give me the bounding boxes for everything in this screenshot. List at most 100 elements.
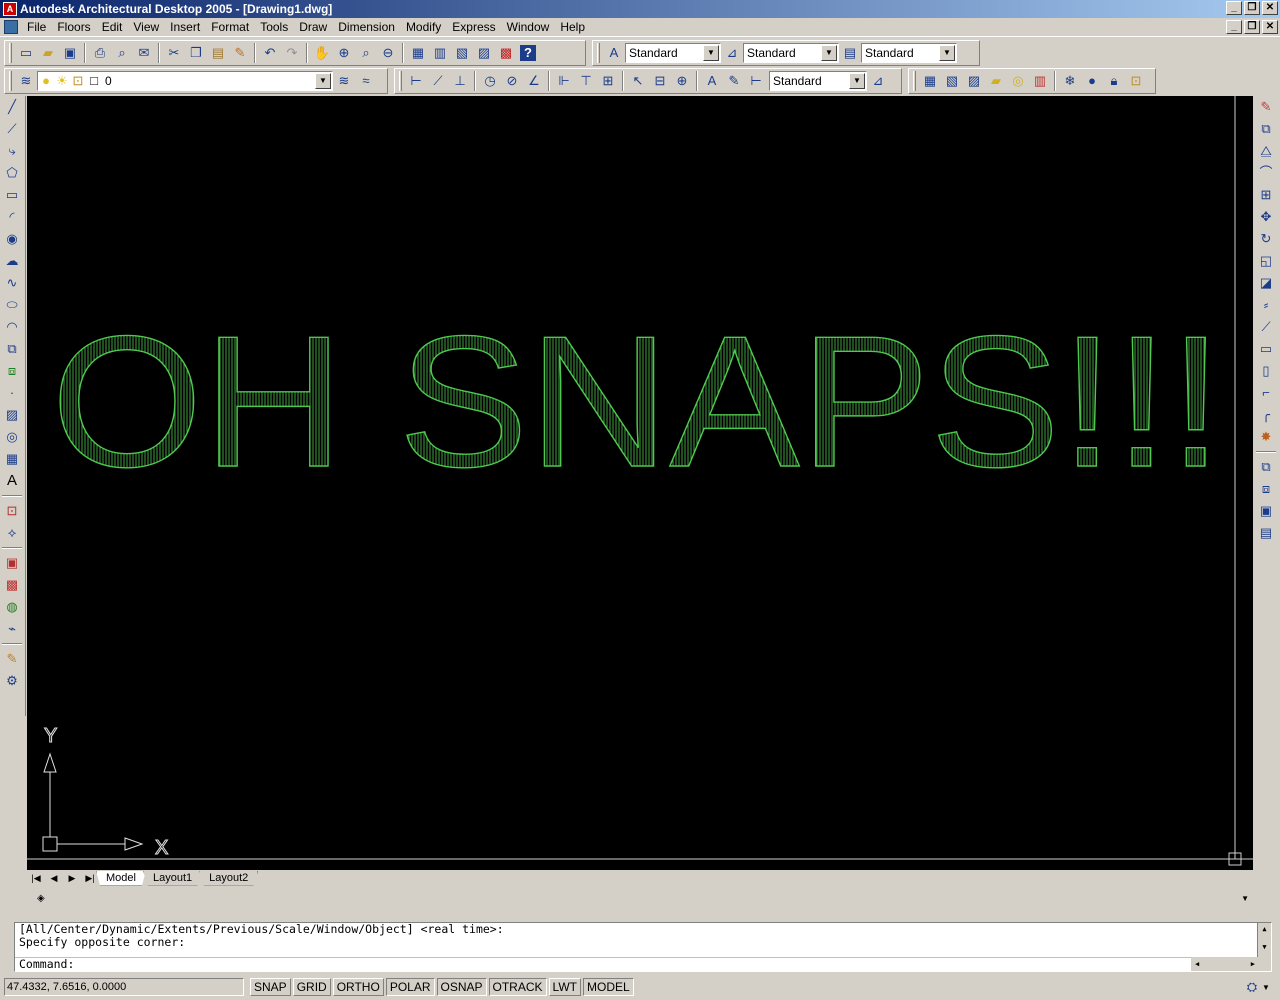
properties-button[interactable]: ▦ [407, 42, 429, 64]
circle-button[interactable]: ◉ [0, 228, 24, 250]
dim-style-button[interactable]: ⊿ [721, 42, 743, 64]
arc-button[interactable]: ◜ [0, 206, 24, 228]
communication-center-icon[interactable]: ⛭ [1244, 979, 1260, 995]
plot-preview-button[interactable]: ⌕ [111, 42, 133, 64]
ellipse-arc-button[interactable]: ◠ [0, 316, 24, 338]
document-icon[interactable] [4, 20, 18, 34]
plot-button[interactable]: ⎙ [89, 42, 111, 64]
menu-file[interactable]: File [22, 20, 52, 34]
radius-dim-button[interactable]: ◷ [479, 70, 501, 92]
ordinate-dim-button[interactable]: ⊥ [449, 70, 471, 92]
chevron-down-icon[interactable]: ▼ [703, 45, 719, 61]
snap-toggle[interactable]: SNAP [250, 978, 291, 996]
zoom-realtime-button[interactable]: ⊕ [333, 42, 355, 64]
spline-button[interactable]: ∿ [0, 272, 24, 294]
minimize-button[interactable]: _ [1226, 1, 1242, 15]
express-layer-off-button[interactable]: ▥ [1029, 70, 1051, 92]
stretch-button[interactable]: ◪ [1254, 272, 1278, 294]
doc-restore-button[interactable]: ❐ [1244, 20, 1260, 34]
menu-window[interactable]: Window [502, 20, 556, 34]
table-button[interactable]: ▦ [0, 448, 24, 470]
express-unlock-button[interactable]: ⊡ [1125, 70, 1147, 92]
menu-draw[interactable]: Draw [294, 20, 333, 34]
toolbar-grip[interactable] [9, 71, 12, 91]
close-button[interactable]: ✕ [1262, 1, 1278, 15]
linear-dim-button[interactable]: ⊢ [405, 70, 427, 92]
app-icon[interactable]: A [3, 2, 17, 16]
trim-button[interactable]: ⸗ [1254, 294, 1278, 316]
polyline-button[interactable]: ⤷ [0, 140, 24, 162]
toolbar-grip[interactable] [913, 71, 916, 91]
polar-toggle[interactable]: POLAR [385, 978, 435, 996]
break-button[interactable]: ⌁ [0, 618, 24, 640]
bring-to-front-button[interactable]: ⧉ [1254, 456, 1278, 478]
extend-button[interactable]: ⟋ [1254, 316, 1278, 338]
express-layer-change-button[interactable]: ▨ [963, 70, 985, 92]
menu-floors[interactable]: Floors [52, 20, 96, 34]
dim-update-button[interactable]: ⊢ [745, 70, 767, 92]
rectangle-button[interactable]: ▭ [0, 184, 24, 206]
express-draw-button[interactable]: ⚙ [0, 670, 24, 692]
publish-button[interactable]: ✉ [133, 42, 155, 64]
paste-button[interactable]: ▤ [207, 42, 229, 64]
insert-block-button[interactable]: ⧉ [0, 338, 24, 360]
break-at-point-button[interactable]: ▭ [1254, 338, 1278, 360]
text-style-button[interactable]: A [603, 42, 625, 64]
express-freeze-button[interactable]: ❄ [1059, 70, 1081, 92]
ellipse-button[interactable]: ⬭ [0, 294, 24, 316]
make-layer-current-button[interactable]: ≋ [333, 70, 355, 92]
drawing-svg[interactable]: OH SNAPS!!! Y X [27, 96, 1253, 870]
aligned-dim-button[interactable]: ⟋ [427, 70, 449, 92]
osnap-toggle[interactable]: OSNAP [436, 978, 487, 996]
mirror-button[interactable]: ⧋ [1254, 140, 1278, 162]
quick-dim-button[interactable]: ⊩ [553, 70, 575, 92]
doc-close-button[interactable]: ✕ [1262, 20, 1278, 34]
text-style-select[interactable]: Standard ▼ [625, 43, 721, 63]
offset-button[interactable]: ⌒ [1254, 162, 1278, 184]
cut-button[interactable]: ✂ [163, 42, 185, 64]
restore-button[interactable]: ❐ [1244, 1, 1260, 15]
redo-button[interactable]: ↷ [281, 42, 303, 64]
express-layer-freeze-button[interactable]: ◎ [1007, 70, 1029, 92]
menu-format[interactable]: Format [206, 20, 255, 34]
point-button[interactable]: · [0, 382, 24, 404]
polygon-button[interactable]: ⬠ [0, 162, 24, 184]
chevron-down-icon[interactable]: ▼ [315, 73, 331, 89]
tolerance-button[interactable]: ⊟ [649, 70, 671, 92]
send-to-back-button[interactable]: ⧈ [1254, 478, 1278, 500]
express-layer-button[interactable]: ▦ [919, 70, 941, 92]
tab-layout1[interactable]: Layout1 [142, 870, 203, 886]
scroll-up-arrow[interactable]: ▲ [1258, 923, 1271, 937]
table-style-select[interactable]: Standard ▼ [861, 43, 957, 63]
dim-edit-button[interactable]: A [701, 70, 723, 92]
undo-button[interactable]: ↶ [259, 42, 281, 64]
inquiry-button[interactable]: ⊡ [0, 500, 24, 522]
layer-previous-button[interactable]: ≈ [355, 70, 377, 92]
pan-button[interactable]: ✋ [311, 42, 333, 64]
bring-above-button[interactable]: ▣ [1254, 500, 1278, 522]
layer-manager-button[interactable]: ≋ [15, 70, 37, 92]
revcloud-button[interactable]: ☁ [0, 250, 24, 272]
next-tab-button[interactable]: ▶ [63, 871, 81, 886]
explode-button[interactable]: ✸ [1254, 426, 1278, 448]
copy-button[interactable]: ❐ [185, 42, 207, 64]
lwt-toggle[interactable]: LWT [548, 978, 581, 996]
construction-line-button[interactable]: ⟋ [0, 118, 24, 140]
menu-help[interactable]: Help [555, 20, 591, 34]
chevron-down-icon[interactable]: ▼ [939, 45, 955, 61]
copy-object-button[interactable]: ⧉ [1254, 118, 1278, 140]
command-window[interactable]: [All/Center/Dynamic/Extents/Previous/Sca… [14, 922, 1272, 972]
ortho-toggle[interactable]: ORTHO [332, 978, 384, 996]
array-button[interactable]: ⊞ [1254, 184, 1278, 206]
diameter-dim-button[interactable]: ⊘ [501, 70, 523, 92]
tab-model[interactable]: Model [96, 870, 146, 886]
express-layer-match-button[interactable]: ▧ [941, 70, 963, 92]
design-center-button[interactable]: ▥ [429, 42, 451, 64]
status-menu-arrow[interactable]: ▼ [1262, 983, 1270, 992]
coordinates-display[interactable]: 47.4332, 7.6516, 0.0000 [4, 978, 244, 996]
materials-button[interactable]: ◍ [0, 596, 24, 618]
command-hscrollbar[interactable]: ◀ ▶ [1191, 957, 1271, 971]
chamfer-button[interactable]: ⌐ [1254, 382, 1278, 404]
menu-express[interactable]: Express [447, 20, 501, 34]
table-style-button[interactable]: ▤ [839, 42, 861, 64]
